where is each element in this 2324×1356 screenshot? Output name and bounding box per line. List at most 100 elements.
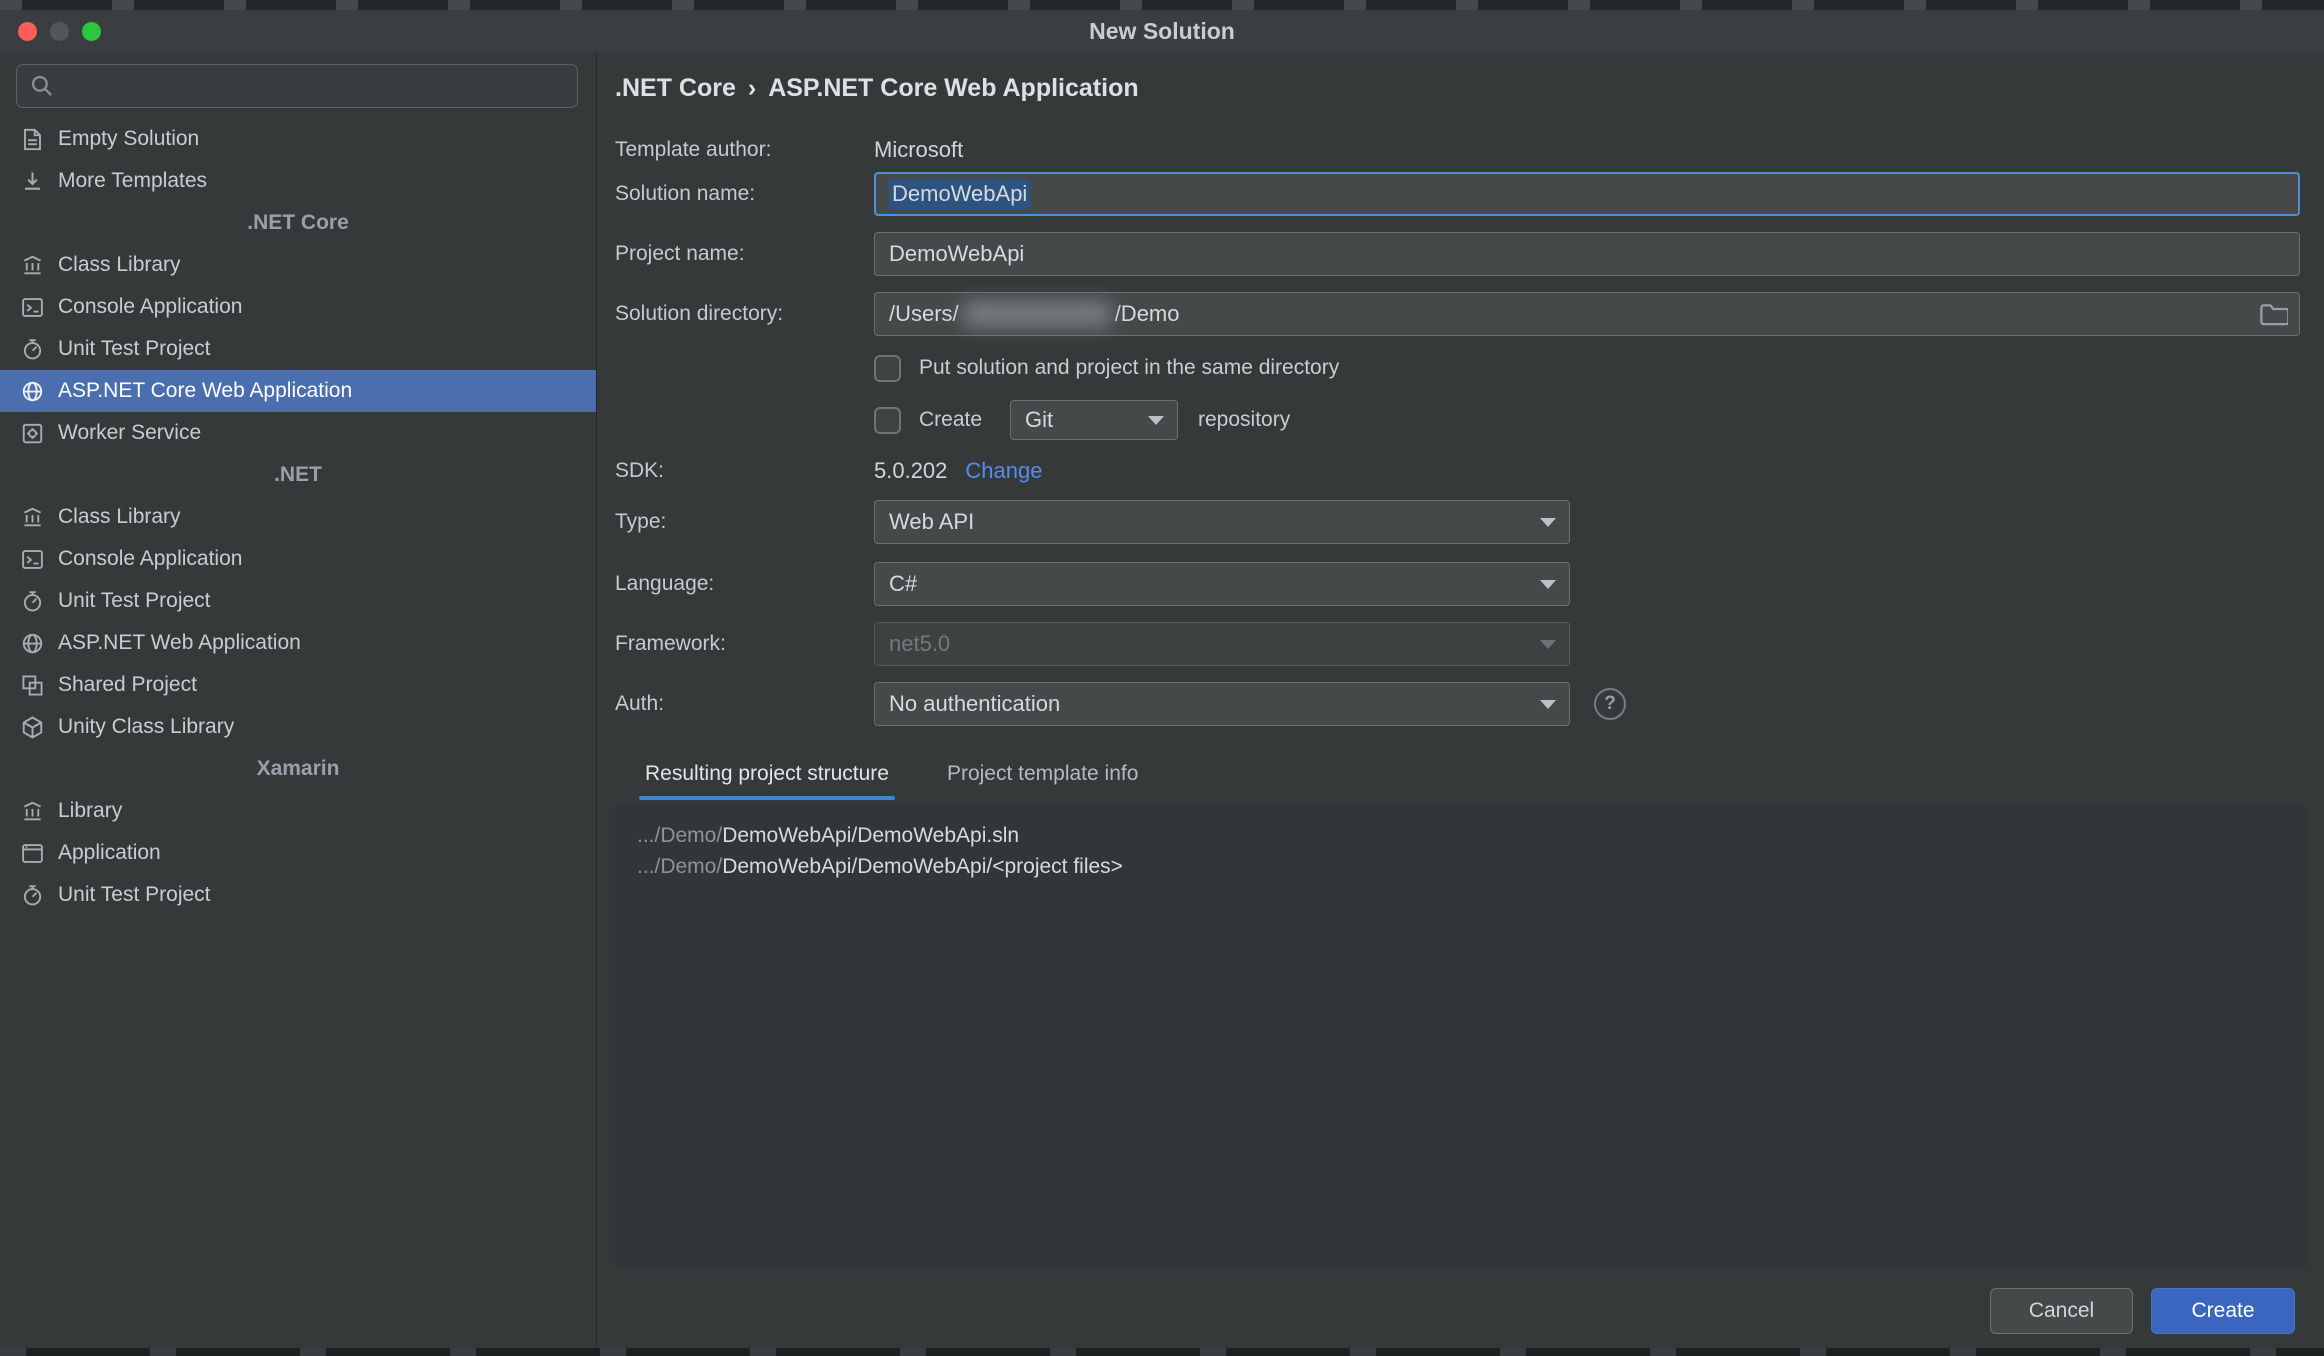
sidebar-item-net-aspnet-web-application[interactable]: ASP.NET Web Application	[0, 622, 596, 664]
structure-line: .../Demo/DemoWebApi/DemoWebApi/<project …	[637, 851, 2307, 882]
item-label: Class Library	[58, 505, 181, 528]
test-icon	[20, 337, 45, 362]
console-icon	[20, 547, 45, 572]
item-label: More Templates	[58, 169, 208, 192]
framework-label: Framework:	[615, 632, 726, 655]
chevron-down-icon	[1540, 580, 1556, 589]
project-structure-panel: .../Demo/DemoWebApi/DemoWebApi.sln .../D…	[615, 806, 2307, 1268]
solution-icon	[20, 127, 45, 152]
language-label: Language:	[615, 572, 715, 595]
same-directory-checkbox[interactable]	[874, 355, 901, 382]
library-icon	[20, 253, 45, 278]
repository-suffix-label: repository	[1198, 408, 1291, 431]
solution-name-input[interactable]: DemoWebApi	[874, 172, 2300, 216]
sidebar-item-netcore-class-library[interactable]: Class Library	[0, 244, 596, 286]
item-label: ASP.NET Core Web Application	[58, 379, 353, 402]
globe-icon	[20, 631, 45, 656]
search-field[interactable]	[16, 64, 578, 108]
project-name-label: Project name:	[615, 242, 745, 265]
chevron-down-icon	[1148, 416, 1164, 425]
background-app-edge-top	[0, 0, 2324, 10]
item-label: Worker Service	[58, 421, 202, 444]
window-controls	[18, 10, 101, 52]
same-directory-label: Put solution and project in the same dir…	[919, 356, 1340, 379]
minimize-window-button[interactable]	[50, 21, 69, 41]
breadcrumb-current: ASP.NET Core Web Application	[768, 74, 1139, 102]
create-repository-checkbox[interactable]	[874, 407, 901, 434]
globe-icon	[20, 379, 45, 404]
solution-directory-label: Solution directory:	[615, 302, 784, 325]
language-value: C#	[889, 571, 918, 596]
help-icon[interactable]: ?	[1594, 688, 1626, 720]
application-window-icon	[20, 841, 45, 866]
titlebar[interactable]: New Solution	[0, 10, 2324, 53]
sidebar-item-more-templates[interactable]: More Templates	[0, 160, 596, 202]
zoom-window-button[interactable]	[82, 21, 101, 41]
sdk-change-link[interactable]: Change	[965, 458, 1042, 483]
breadcrumb-parent: .NET Core	[615, 74, 736, 102]
chevron-down-icon	[1540, 700, 1556, 709]
sidebar-item-net-unity-class-library[interactable]: Unity Class Library	[0, 706, 596, 748]
language-select[interactable]: C#	[874, 562, 1570, 606]
close-window-button[interactable]	[18, 21, 37, 41]
item-label: Library	[58, 799, 123, 822]
template-author-value: Microsoft	[874, 137, 964, 162]
breadcrumb: .NET Core › ASP.NET Core Web Application	[615, 74, 1139, 103]
item-label: Unit Test Project	[58, 883, 211, 906]
sdk-label: SDK:	[615, 459, 665, 482]
sidebar-item-xamarin-unit-test-project[interactable]: Unit Test Project	[0, 874, 596, 916]
sidebar-item-xamarin-application[interactable]: Application	[0, 832, 596, 874]
item-label: Class Library	[58, 253, 181, 276]
project-name-input[interactable]: DemoWebApi	[874, 232, 2300, 276]
tab-resulting-project-structure[interactable]: Resulting project structure	[639, 752, 895, 800]
search-input[interactable]	[63, 64, 577, 108]
library-icon	[20, 799, 45, 824]
browse-folder-icon[interactable]	[2257, 298, 2289, 330]
solution-directory-input[interactable]: /Users/ /Demo	[874, 292, 2300, 336]
sidebar-item-net-unit-test-project[interactable]: Unit Test Project	[0, 580, 596, 622]
sdk-version: 5.0.202	[874, 458, 948, 483]
type-label: Type:	[615, 510, 667, 533]
item-label: Console Application	[58, 547, 243, 570]
dialog-content: Empty Solution More Templates .NET Core …	[0, 52, 2324, 1348]
item-label: Empty Solution	[58, 127, 200, 150]
cancel-button[interactable]: Cancel	[1990, 1288, 2133, 1334]
item-label: Shared Project	[58, 673, 197, 696]
sidebar-item-netcore-worker-service[interactable]: Worker Service	[0, 412, 596, 454]
test-icon	[20, 589, 45, 614]
preview-tabs: Resulting project structure Project temp…	[639, 752, 1190, 800]
item-label: ASP.NET Web Application	[58, 631, 301, 654]
path-main: DemoWebApi/DemoWebApi.sln	[722, 824, 1020, 847]
search-icon	[29, 73, 55, 99]
sidebar-item-xamarin-library[interactable]: Library	[0, 790, 596, 832]
sidebar-item-empty-solution[interactable]: Empty Solution	[0, 118, 596, 160]
sidebar-item-net-console-application[interactable]: Console Application	[0, 538, 596, 580]
vcs-select[interactable]: Git	[1010, 400, 1178, 440]
type-select[interactable]: Web API	[874, 500, 1570, 544]
sidebar-item-netcore-console-application[interactable]: Console Application	[0, 286, 596, 328]
item-label: Application	[58, 841, 161, 864]
create-button[interactable]: Create	[2151, 1288, 2295, 1334]
sidebar-item-netcore-aspnet-core-web-application[interactable]: ASP.NET Core Web Application	[0, 370, 596, 412]
template-list: Empty Solution More Templates .NET Core …	[0, 118, 596, 916]
sidebar-item-net-class-library[interactable]: Class Library	[0, 496, 596, 538]
breadcrumb-separator: ›	[747, 74, 757, 102]
console-icon	[20, 295, 45, 320]
create-repository-label: Create	[919, 408, 983, 431]
sidebar-section-xamarin: Xamarin	[256, 757, 340, 780]
background-app-edge-bottom	[0, 1348, 2324, 1356]
worker-icon	[20, 421, 45, 446]
test-icon	[20, 883, 45, 908]
template-author-label: Template author:	[615, 138, 772, 161]
sidebar-item-net-shared-project[interactable]: Shared Project	[0, 664, 596, 706]
unity-cube-icon	[20, 715, 45, 740]
auth-label: Auth:	[615, 692, 665, 715]
project-name-value: DemoWebApi	[889, 241, 1025, 266]
sidebar-item-netcore-unit-test-project[interactable]: Unit Test Project	[0, 328, 596, 370]
sidebar-section-net-core: .NET Core	[247, 211, 349, 234]
tab-project-template-info[interactable]: Project template info	[941, 752, 1144, 800]
sidebar-section-net: .NET	[274, 463, 322, 486]
structure-line: .../Demo/DemoWebApi/DemoWebApi.sln	[637, 820, 2307, 851]
auth-select[interactable]: No authentication	[874, 682, 1570, 726]
framework-select: net5.0	[874, 622, 1570, 666]
